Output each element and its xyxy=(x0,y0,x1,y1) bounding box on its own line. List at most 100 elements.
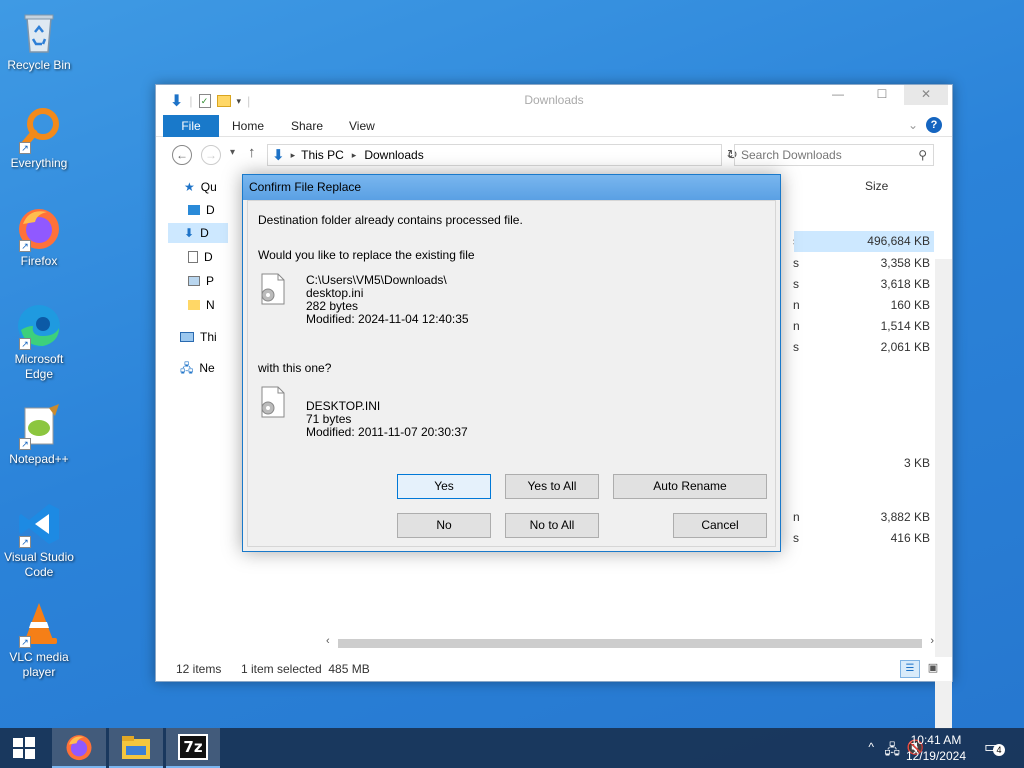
nav-item-desktop[interactable]: D xyxy=(188,200,215,220)
desktop-icon-everything[interactable]: ↗ Everything xyxy=(2,106,76,171)
existing-file-modified: Modified: 2024-11-04 12:40:35 xyxy=(306,312,469,326)
help-icon[interactable]: ? xyxy=(926,117,942,133)
star-icon: ★ xyxy=(184,180,195,194)
desktop-icon-label: Recycle Bin xyxy=(7,58,71,72)
desktop-icon-recycle-bin[interactable]: Recycle Bin xyxy=(2,8,76,73)
table-row-size[interactable]: 160 KB xyxy=(794,295,934,316)
clock[interactable]: 10:41 AM 12/19/2024 xyxy=(906,732,966,764)
address-bar[interactable]: ⬇ ▸ This PC ▸ Downloads ⌄ xyxy=(267,144,735,166)
details-view-icon[interactable]: ☰ xyxy=(900,660,920,678)
horizontal-scrollbar[interactable]: ‹ › xyxy=(320,635,940,651)
table-row-size[interactable]: 416 KB xyxy=(794,528,934,549)
breadcrumb-this-pc[interactable]: This PC xyxy=(301,148,344,162)
notification-center-icon[interactable]: ▭ 4 xyxy=(984,737,1006,757)
notification-count: 4 xyxy=(993,744,1005,756)
column-header-size[interactable]: Size xyxy=(865,179,888,193)
network-status-icon[interactable]: 🖧 xyxy=(884,739,900,768)
dialog-with-this: with this one? xyxy=(258,361,332,375)
recent-locations-icon[interactable]: ▾ xyxy=(230,147,235,158)
taskbar-firefox[interactable] xyxy=(52,728,106,768)
dialog-question: Would you like to replace the existing f… xyxy=(258,248,475,262)
table-row-size[interactable]: 496,684 KB xyxy=(794,231,934,252)
back-icon[interactable]: ← xyxy=(172,145,192,165)
item-count: 12 items xyxy=(176,662,222,676)
large-icons-view-icon[interactable]: ▣ xyxy=(924,660,942,678)
nav-item-downloads[interactable]: ⬇ D xyxy=(168,223,228,243)
table-row-size[interactable]: 3,882 KB xyxy=(794,507,934,528)
desktop-icon-notepadpp[interactable]: ↗ Notepad++ xyxy=(2,402,76,467)
tab-share[interactable]: Share xyxy=(291,119,323,133)
tab-view[interactable]: View xyxy=(349,119,375,133)
expand-ribbon-icon[interactable]: ⌄ xyxy=(908,118,918,132)
nav-item-folder[interactable]: N xyxy=(188,295,215,315)
no-button[interactable]: No xyxy=(397,513,491,538)
forward-icon[interactable]: → xyxy=(201,145,221,165)
table-row-size[interactable]: 2,061 KB xyxy=(794,337,934,358)
nav-item-pictures[interactable]: P xyxy=(188,271,214,291)
desktop-icon-vlc[interactable]: ↗ VLC media player xyxy=(2,600,76,680)
scroll-thumb[interactable] xyxy=(338,639,922,648)
desktop-icon-firefox[interactable]: ↗ Firefox xyxy=(2,204,76,269)
taskbar-file-explorer[interactable] xyxy=(109,728,163,768)
desktop-icon-label: VLC media player xyxy=(9,650,69,679)
dialog-title: Confirm File Replace xyxy=(243,175,780,200)
desktop-icon-edge[interactable]: ↗ Microsoft Edge xyxy=(2,302,76,382)
nav-item-this-pc[interactable]: Thi xyxy=(180,327,217,347)
nav-item-documents[interactable]: D xyxy=(188,247,213,267)
up-icon[interactable]: ↑ xyxy=(248,144,256,161)
cancel-button[interactable]: Cancel xyxy=(673,513,767,538)
ribbon-tabs: File Home Share View ⌄ ? xyxy=(156,113,952,137)
close-icon[interactable]: ✕ xyxy=(904,85,948,105)
start-button[interactable] xyxy=(0,728,48,768)
nav-label: D xyxy=(200,226,209,240)
tab-home[interactable]: Home xyxy=(232,119,264,133)
nav-item-network[interactable]: 🖧 Ne xyxy=(180,358,215,378)
incoming-file-info: DESKTOP.INI 71 bytes Modified: 2011-11-0… xyxy=(306,400,468,439)
show-hidden-icons[interactable]: ^ xyxy=(868,740,874,768)
no-to-all-button[interactable]: No to All xyxy=(505,513,599,538)
vscode-icon: ↗ xyxy=(15,500,63,548)
edge-icon: ↗ xyxy=(15,302,63,350)
table-row-size[interactable]: 3 KB xyxy=(794,453,934,474)
download-arrow-icon: ⬇ xyxy=(184,226,195,240)
taskbar-7zip[interactable]: 7z xyxy=(166,728,220,768)
table-row-size[interactable]: 1,514 KB xyxy=(794,316,934,337)
incoming-file-modified: Modified: 2011-11-07 20:30:37 xyxy=(306,425,468,439)
scroll-right-icon[interactable]: › xyxy=(930,635,934,647)
auto-rename-button[interactable]: Auto Rename xyxy=(613,474,767,499)
notepad-plus-plus-icon: ↗ xyxy=(15,402,63,450)
yes-button[interactable]: Yes xyxy=(397,474,491,499)
minimize-icon[interactable]: — xyxy=(816,85,860,105)
network-icon: 🖧 xyxy=(180,361,194,375)
vlc-icon: ↗ xyxy=(15,600,63,648)
tab-file[interactable]: File xyxy=(163,115,219,137)
table-row-size[interactable]: 3,618 KB xyxy=(794,274,934,295)
settings-file-icon xyxy=(260,386,286,418)
desktop-folder-icon xyxy=(188,205,200,215)
search-input[interactable]: Search Downloads ⚲ xyxy=(734,144,934,166)
table-row-size[interactable]: 3,358 KB xyxy=(794,253,934,274)
yes-to-all-button[interactable]: Yes to All xyxy=(505,474,599,499)
nav-item-quick-access[interactable]: ★ Qu xyxy=(184,177,217,197)
maximize-icon[interactable]: ☐ xyxy=(860,85,904,105)
downloads-folder-icon: ⬇ xyxy=(272,147,285,164)
shortcut-arrow-icon: ↗ xyxy=(19,142,31,154)
search-icon: ⚲ xyxy=(918,148,927,162)
recycle-bin-icon xyxy=(15,8,63,56)
nav-label: Thi xyxy=(200,330,217,344)
breadcrumb-separator-icon: ▸ xyxy=(351,149,357,160)
breadcrumb-separator-icon: ▸ xyxy=(290,149,296,160)
dialog-body: Destination folder already contains proc… xyxy=(247,200,776,547)
title-bar: ⬇ | ✓ ▾ | Downloads — ☐ ✕ xyxy=(156,85,952,113)
search-placeholder: Search Downloads xyxy=(741,148,842,162)
document-icon xyxy=(188,251,198,263)
breadcrumb-downloads[interactable]: Downloads xyxy=(364,148,423,162)
navigation-pane: ★ Qu D ⬇ D D P N Thi 🖧 Ne xyxy=(162,171,228,633)
computer-icon xyxy=(180,332,194,342)
start-icon xyxy=(13,737,35,759)
desktop-icon-label: Firefox xyxy=(20,254,58,268)
pictures-icon xyxy=(188,276,200,286)
desktop-icon-vscode[interactable]: ↗ Visual Studio Code xyxy=(2,500,76,580)
firefox-icon xyxy=(66,735,92,761)
scroll-left-icon[interactable]: ‹ xyxy=(326,635,330,647)
